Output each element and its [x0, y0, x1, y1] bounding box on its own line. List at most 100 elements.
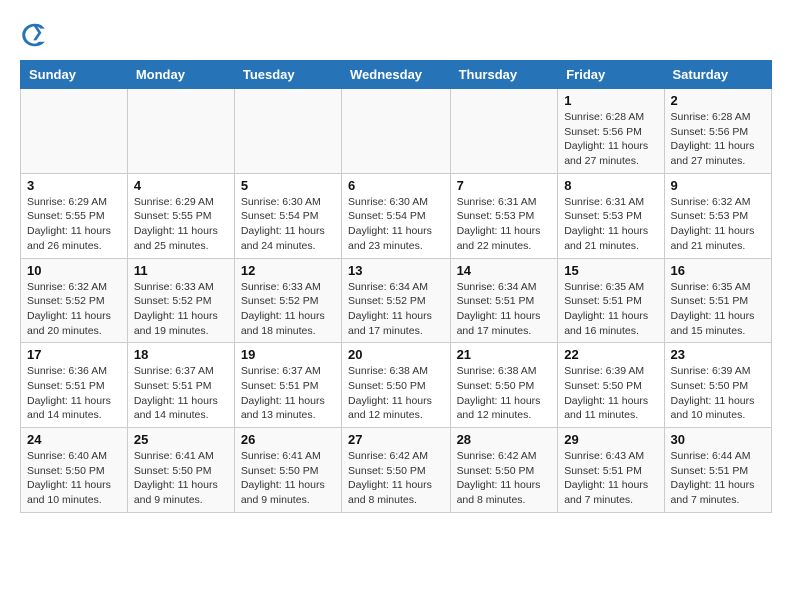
calendar-cell: 21Sunrise: 6:38 AM Sunset: 5:50 PM Dayli…: [450, 343, 558, 428]
day-number: 13: [348, 263, 444, 278]
day-info: Sunrise: 6:39 AM Sunset: 5:50 PM Dayligh…: [564, 364, 657, 423]
day-info: Sunrise: 6:42 AM Sunset: 5:50 PM Dayligh…: [457, 449, 552, 508]
weekday-header: Tuesday: [234, 61, 341, 89]
day-info: Sunrise: 6:43 AM Sunset: 5:51 PM Dayligh…: [564, 449, 657, 508]
calendar-cell: 14 Sunrise: 6:34 AM Sunset: 5:51 PM Dayli…: [450, 258, 558, 343]
day-number: 8: [564, 178, 657, 193]
day-number: 5: [241, 178, 335, 193]
calendar-cell: [21, 89, 128, 174]
calendar-cell: 18 Sunrise: 6:37 AM Sunset: 5:51 PM Dayli…: [127, 343, 234, 428]
day-number: 29: [564, 432, 657, 447]
day-info: Sunrise: 6:38 AM Sunset: 5:50 PM Dayligh…: [457, 364, 552, 423]
calendar-cell: [342, 89, 451, 174]
day-info: Sunrise: 6:34 AM Sunset: 5:51 PM Dayligh…: [457, 280, 552, 339]
day-number: 19: [241, 347, 335, 362]
calendar-cell: 26 Sunrise: 6:41 AM Sunset: 5:50 PM Dayli…: [234, 428, 341, 513]
calendar-cell: 25Sunrise: 6:41 AM Sunset: 5:50 PM Dayli…: [127, 428, 234, 513]
calendar-cell: 12Sunrise: 6:33 AM Sunset: 5:52 PM Dayli…: [234, 258, 341, 343]
calendar-cell: 30 Sunrise: 6:44 AM Sunset: 5:51 PM Dayli…: [664, 428, 771, 513]
weekday-header: Monday: [127, 61, 234, 89]
day-number: 20: [348, 347, 444, 362]
calendar-cell: 1Sunrise: 6:28 AM Sunset: 5:56 PM Daylig…: [558, 89, 664, 174]
day-info: Sunrise: 6:31 AM Sunset: 5:53 PM Dayligh…: [564, 195, 657, 254]
day-info: Sunrise: 6:37 AM Sunset: 5:51 PM Dayligh…: [134, 364, 228, 423]
day-info: Sunrise: 6:33 AM Sunset: 5:52 PM Dayligh…: [134, 280, 228, 339]
day-number: 2: [671, 93, 765, 108]
page-header: [20, 20, 772, 50]
weekday-header: Friday: [558, 61, 664, 89]
calendar-cell: 5 Sunrise: 6:30 AM Sunset: 5:54 PM Daylig…: [234, 173, 341, 258]
day-number: 18: [134, 347, 228, 362]
calendar-cell: 24 Sunrise: 6:40 AM Sunset: 5:50 PM Dayli…: [21, 428, 128, 513]
calendar-cell: [234, 89, 341, 174]
day-number: 24: [27, 432, 121, 447]
day-info: Sunrise: 6:32 AM Sunset: 5:52 PM Dayligh…: [27, 280, 121, 339]
calendar-table: SundayMondayTuesdayWednesdayThursdayFrid…: [20, 60, 772, 513]
calendar-cell: 19 Sunrise: 6:37 AM Sunset: 5:51 PM Dayli…: [234, 343, 341, 428]
day-number: 3: [27, 178, 121, 193]
day-info: Sunrise: 6:31 AM Sunset: 5:53 PM Dayligh…: [457, 195, 552, 254]
day-info: Sunrise: 6:35 AM Sunset: 5:51 PM Dayligh…: [564, 280, 657, 339]
day-number: 14: [457, 263, 552, 278]
day-number: 1: [564, 93, 657, 108]
calendar-cell: 29 Sunrise: 6:43 AM Sunset: 5:51 PM Dayli…: [558, 428, 664, 513]
logo-icon: [20, 20, 50, 50]
calendar-cell: 10 Sunrise: 6:32 AM Sunset: 5:52 PM Dayli…: [21, 258, 128, 343]
day-info: Sunrise: 6:40 AM Sunset: 5:50 PM Dayligh…: [27, 449, 121, 508]
header-row: SundayMondayTuesdayWednesdayThursdayFrid…: [21, 61, 772, 89]
calendar-cell: 13 Sunrise: 6:34 AM Sunset: 5:52 PM Dayli…: [342, 258, 451, 343]
calendar-cell: 3Sunrise: 6:29 AM Sunset: 5:55 PM Daylig…: [21, 173, 128, 258]
calendar-cell: 15 Sunrise: 6:35 AM Sunset: 5:51 PM Dayli…: [558, 258, 664, 343]
day-number: 4: [134, 178, 228, 193]
day-info: Sunrise: 6:29 AM Sunset: 5:55 PM Dayligh…: [134, 195, 228, 254]
day-number: 7: [457, 178, 552, 193]
calendar-cell: 7 Sunrise: 6:31 AM Sunset: 5:53 PM Daylig…: [450, 173, 558, 258]
day-info: Sunrise: 6:32 AM Sunset: 5:53 PM Dayligh…: [671, 195, 765, 254]
calendar-week-row: 17Sunrise: 6:36 AM Sunset: 5:51 PM Dayli…: [21, 343, 772, 428]
calendar-week-row: 10 Sunrise: 6:32 AM Sunset: 5:52 PM Dayli…: [21, 258, 772, 343]
day-number: 30: [671, 432, 765, 447]
day-info: Sunrise: 6:28 AM Sunset: 5:56 PM Dayligh…: [671, 110, 765, 169]
day-number: 12: [241, 263, 335, 278]
weekday-header: Thursday: [450, 61, 558, 89]
calendar-cell: 11 Sunrise: 6:33 AM Sunset: 5:52 PM Dayli…: [127, 258, 234, 343]
day-info: Sunrise: 6:34 AM Sunset: 5:52 PM Dayligh…: [348, 280, 444, 339]
day-number: 16: [671, 263, 765, 278]
day-number: 25: [134, 432, 228, 447]
calendar-cell: 9Sunrise: 6:32 AM Sunset: 5:53 PM Daylig…: [664, 173, 771, 258]
day-number: 11: [134, 263, 228, 278]
weekday-header: Wednesday: [342, 61, 451, 89]
calendar-cell: 20 Sunrise: 6:38 AM Sunset: 5:50 PM Dayli…: [342, 343, 451, 428]
day-number: 26: [241, 432, 335, 447]
day-info: Sunrise: 6:41 AM Sunset: 5:50 PM Dayligh…: [241, 449, 335, 508]
day-info: Sunrise: 6:39 AM Sunset: 5:50 PM Dayligh…: [671, 364, 765, 423]
day-number: 15: [564, 263, 657, 278]
calendar-cell: 6 Sunrise: 6:30 AM Sunset: 5:54 PM Daylig…: [342, 173, 451, 258]
calendar-body: 1 Sunrise: 6:28 AM Sunset: 5:56 PM Daylig…: [21, 89, 772, 513]
calendar-cell: [450, 89, 558, 174]
day-info: Sunrise: 6:30 AM Sunset: 5:54 PM Dayligh…: [348, 195, 444, 254]
day-info: Sunrise: 6:36 AM Sunset: 5:51 PM Dayligh…: [27, 364, 121, 423]
calendar-cell: 4 Sunrise: 6:29 AM Sunset: 5:55 PM Daylig…: [127, 173, 234, 258]
calendar-cell: 23 Sunrise: 6:39 AM Sunset: 5:50 PM Dayli…: [664, 343, 771, 428]
weekday-header: Saturday: [664, 61, 771, 89]
calendar-cell: 27 Sunrise: 6:42 AM Sunset: 5:50 PM Dayli…: [342, 428, 451, 513]
day-number: 27: [348, 432, 444, 447]
day-info: Sunrise: 6:42 AM Sunset: 5:50 PM Dayligh…: [348, 449, 444, 508]
day-number: 28: [457, 432, 552, 447]
day-number: 6: [348, 178, 444, 193]
logo: [20, 20, 54, 50]
weekday-header: Sunday: [21, 61, 128, 89]
day-info: Sunrise: 6:30 AM Sunset: 5:54 PM Dayligh…: [241, 195, 335, 254]
calendar-cell: [127, 89, 234, 174]
calendar-week-row: 1 Sunrise: 6:28 AM Sunset: 5:56 PM Daylig…: [21, 89, 772, 174]
day-info: Sunrise: 6:44 AM Sunset: 5:51 PM Dayligh…: [671, 449, 765, 508]
calendar-week-row: 3 Sunrise: 6:29 AM Sunset: 5:55 PM Daylig…: [21, 173, 772, 258]
day-info: Sunrise: 6:35 AM Sunset: 5:51 PM Dayligh…: [671, 280, 765, 339]
day-info: Sunrise: 6:38 AM Sunset: 5:50 PM Dayligh…: [348, 364, 444, 423]
day-number: 23: [671, 347, 765, 362]
calendar-week-row: 24 Sunrise: 6:40 AM Sunset: 5:50 PM Dayli…: [21, 428, 772, 513]
day-number: 10: [27, 263, 121, 278]
calendar-cell: 8 Sunrise: 6:31 AM Sunset: 5:53 PM Daylig…: [558, 173, 664, 258]
day-info: Sunrise: 6:37 AM Sunset: 5:51 PM Dayligh…: [241, 364, 335, 423]
